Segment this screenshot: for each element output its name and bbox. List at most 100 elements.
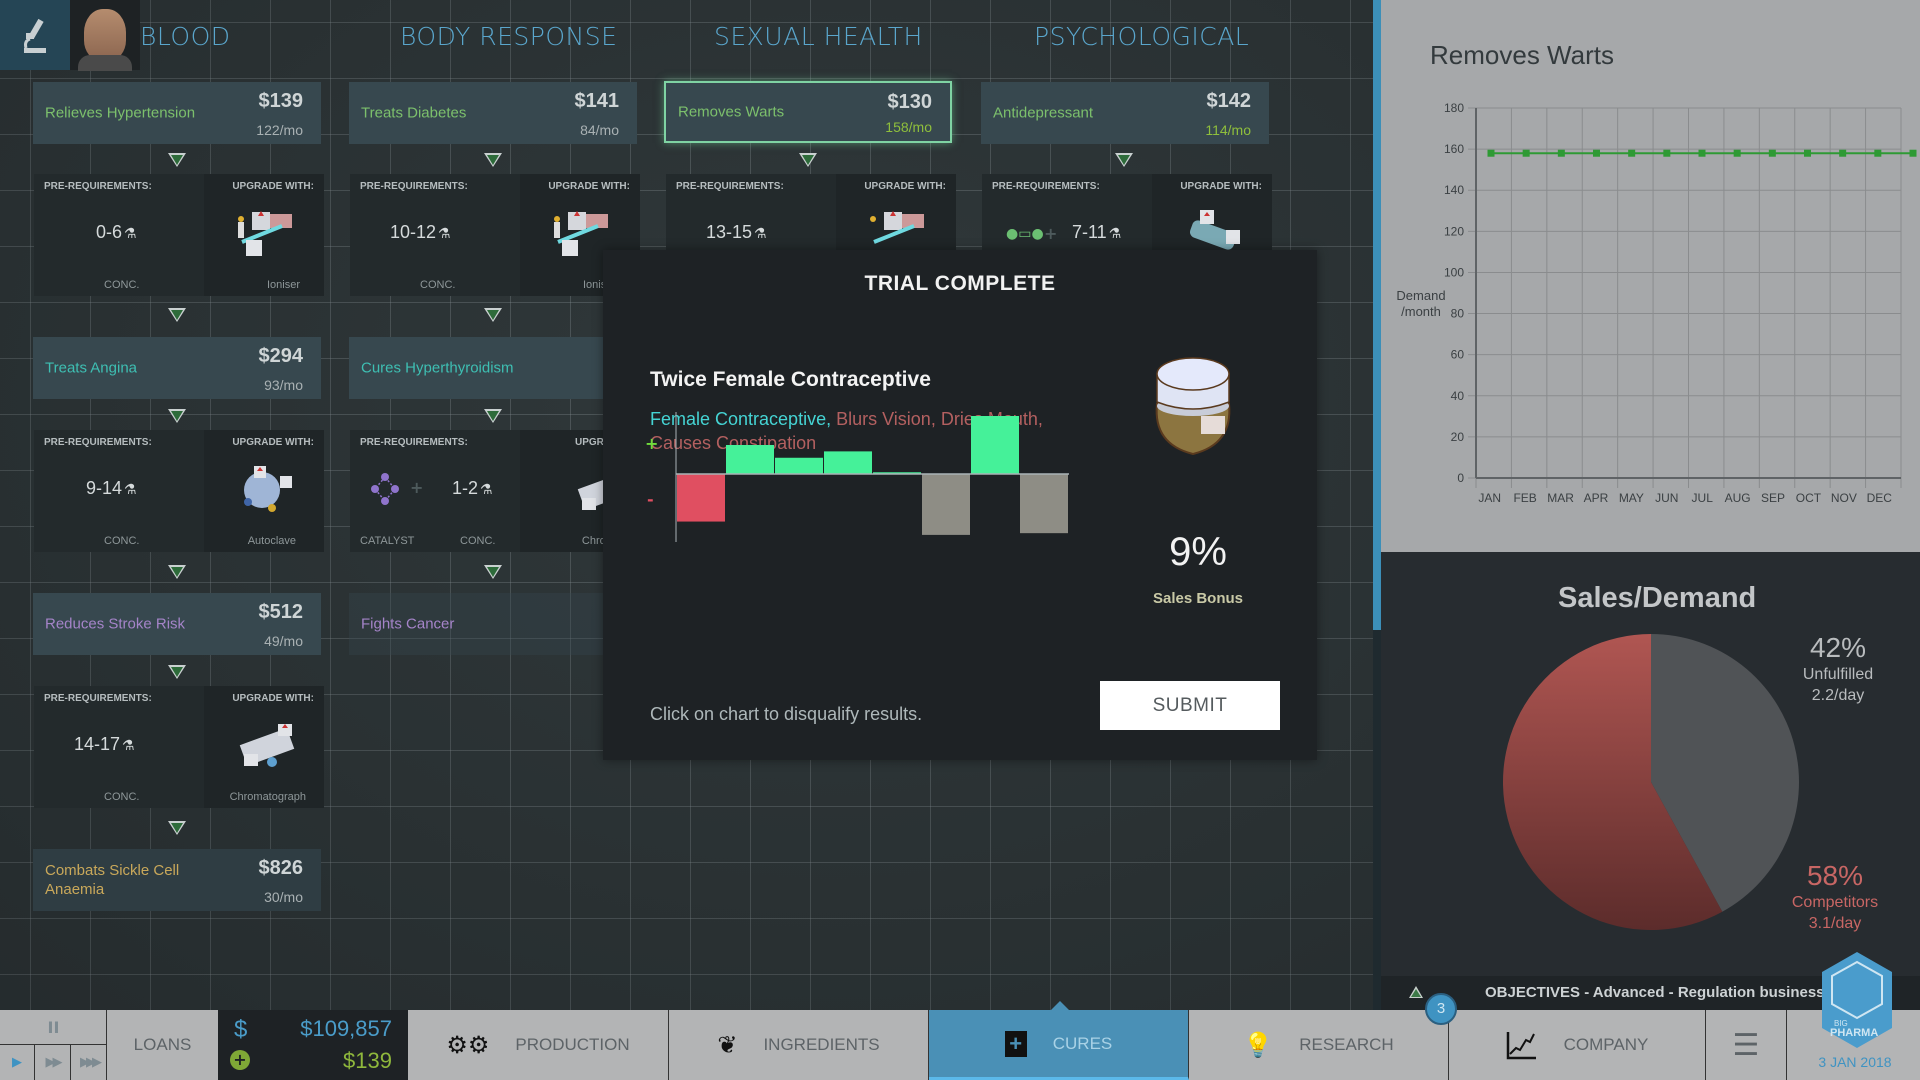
x-tick-label: OCT <box>1796 491 1822 505</box>
submit-button[interactable]: SUBMIT <box>1100 681 1280 730</box>
sales-bonus-value: 9% <box>1169 530 1227 574</box>
tab-production[interactable]: ⚙⚙ PRODUCTION <box>408 1010 669 1080</box>
upgrade-with-label: UPGRADE WITH: <box>548 181 630 192</box>
lightbulb-icon: 💡 <box>1243 1031 1274 1059</box>
y-tick-label: 0 <box>1457 471 1464 485</box>
upgrade-with-label: UPGRADE WITH: <box>232 437 314 448</box>
scientist-avatar[interactable] <box>70 0 140 71</box>
microscope-icon <box>24 18 46 53</box>
fastest-forward-button[interactable]: ▶▶▶ <box>71 1045 107 1080</box>
disqualify-hint: Click on chart to disqualify results. <box>650 704 923 724</box>
cure-card[interactable]: Cures Hyperthyroidism $29 72/m <box>349 337 637 399</box>
upgrade-with-label: UPGRADE WITH: <box>232 181 314 192</box>
cure-name: Relieves Hypertension <box>45 104 196 122</box>
conc-label: CONC. <box>104 279 140 291</box>
fast-forward-button[interactable]: ▶▶ <box>35 1045 71 1080</box>
concentration-range: 14-17 <box>74 734 121 754</box>
x-tick-label: SEP <box>1761 491 1785 505</box>
flask-icon: ⚗ <box>124 225 137 241</box>
competitors-rate: 3.1/day <box>1808 915 1862 932</box>
pie-chart-title: Sales/Demand <box>1558 582 1757 614</box>
demand-line-chart: 0 20 40 60 80 100 120 140 160 180 JAN FEB MAR APR MAY J… <box>1396 101 1917 505</box>
tab-cures[interactable]: + CURES <box>929 1010 1189 1080</box>
trial-result-bar[interactable] <box>824 451 872 474</box>
column-title-sexual-health: SEXUAL HEALTH <box>714 22 923 51</box>
menu-button[interactable]: ☰ <box>1706 1010 1787 1080</box>
cure-card[interactable]: Reduces Stroke Risk $512 49/mo <box>33 593 321 655</box>
x-tick-label: MAR <box>1547 491 1574 505</box>
cure-card[interactable]: Relieves Hypertension $139 122/mo <box>33 82 321 144</box>
machine-name: Ioniser <box>266 279 300 291</box>
drug-name: Twice Female Contraceptive <box>650 368 931 391</box>
trial-result-bar[interactable] <box>775 457 823 474</box>
chromatograph-machine-icon <box>239 724 295 767</box>
trial-result-bar[interactable] <box>1020 474 1068 534</box>
molecule-icon: ●▭● <box>1006 226 1044 242</box>
cure-card-selected[interactable]: Removes Warts $130 158/mo <box>664 81 952 143</box>
cure-price: $141 <box>574 90 620 112</box>
cure-name: Treats Angina <box>45 359 137 377</box>
upgrade-with-label: UPGRADE WITH: <box>1180 181 1262 192</box>
game-screen: BLOOD BODY RESPONSE SEXUAL HEALTH PSYCHO… <box>0 0 1920 1080</box>
conc-label: CONC. <box>420 279 456 291</box>
pause-button[interactable]: II <box>0 1010 107 1045</box>
pre-requirements-label: PRE-REQUIREMENTS: <box>676 181 784 192</box>
expand-triangle-icon[interactable] <box>1409 986 1423 998</box>
trial-result-bar[interactable] <box>971 416 1019 474</box>
trial-result-bar[interactable] <box>726 445 774 474</box>
demand-data-point <box>1628 149 1636 157</box>
connector-arrow-icon <box>168 665 186 679</box>
cure-card-locked[interactable]: Fights Cancer $59 54/m <box>349 593 637 655</box>
x-tick-label: APR <box>1584 491 1609 505</box>
autoclave-machine-icon <box>244 466 292 512</box>
cure-name: Combats Sickle Cell Anaemia <box>45 862 180 898</box>
trial-results-chart[interactable] <box>675 412 1075 552</box>
cure-card[interactable]: Treats Angina $294 93/mo <box>33 337 321 399</box>
connector-arrow-icon <box>168 409 186 423</box>
connector-arrow-icon <box>484 409 502 423</box>
income-value: $139 <box>343 1048 392 1073</box>
cure-name: Treats Diabetes <box>361 104 467 122</box>
cure-price: $294 <box>258 345 304 367</box>
requirement-box[interactable]: PRE-REQUIREMENTS: UPGRADE WITH: 0-6 ⚗ CON… <box>34 174 324 296</box>
tab-company[interactable]: COMPANY <box>1449 1010 1706 1080</box>
ioniser-machine-icon <box>238 211 292 256</box>
tab-research[interactable]: 💡 RESEARCH <box>1189 1010 1449 1080</box>
sales-demand-pie-chart <box>1503 634 1799 930</box>
microscope-button[interactable] <box>0 0 70 70</box>
notification-badge[interactable]: 3 <box>1425 993 1457 1025</box>
y-tick-label: 80 <box>1451 307 1465 321</box>
flask-icon: ⚗ <box>754 225 767 241</box>
requirement-box[interactable]: PRE-REQUIREMENTS: UPGRADE WITH: 9-14 ⚗ CO… <box>34 430 324 552</box>
catalyst-icon <box>371 473 399 505</box>
connector-arrow-icon <box>168 821 186 835</box>
pie-label-competitors: 58% Competitors 3.1/day <box>1785 860 1885 934</box>
requirement-box[interactable]: PRE-REQUIREMENTS: UPGRADE WITH: 10-12 ⚗ C… <box>350 174 640 296</box>
tab-ingredients[interactable]: ❦ INGREDIENTS <box>669 1010 929 1080</box>
y-tick-label: 180 <box>1444 101 1464 115</box>
cure-card[interactable]: Treats Diabetes $141 84/mo <box>349 82 637 144</box>
objectives-text: OBJECTIVES - Advanced - Regulation busin… <box>1485 984 1825 1001</box>
concentration-range: 9-14 <box>86 478 123 498</box>
trial-result-bar[interactable] <box>677 474 725 522</box>
tab-label: INGREDIENTS <box>763 1035 880 1054</box>
demand-data-point <box>1839 149 1847 157</box>
cure-name: Fights Cancer <box>361 615 455 633</box>
cure-card[interactable]: Antidepressant $142 114/mo <box>981 82 1269 144</box>
money-display: $ $109,857 + $139 <box>218 1010 408 1080</box>
connector-arrow-icon <box>168 308 186 322</box>
play-button[interactable]: ▶ <box>0 1045 35 1080</box>
cure-price: $826 <box>258 857 304 879</box>
requirement-box[interactable]: PRE-REQUIREMENTS: UPGRADE WITH: 14-17 ⚗ C… <box>34 686 324 808</box>
cure-card[interactable]: Combats Sickle Cell Anaemia $826 30/mo <box>33 849 321 911</box>
logo-text-pharma: PHARMA <box>1830 1027 1878 1039</box>
trial-result-bar[interactable] <box>922 474 970 535</box>
demand-data-point <box>1698 149 1706 157</box>
demand-data-point <box>1733 149 1741 157</box>
game-date: 3 JAN 2018 <box>1818 1054 1892 1070</box>
loans-button[interactable]: LOANS <box>107 1010 218 1080</box>
pre-requirements-label: PRE-REQUIREMENTS: <box>44 181 152 192</box>
flask-icon: ⚗ <box>124 481 137 497</box>
requirement-box[interactable]: PRE-REQUIREMENTS: UPGRADE WI + 1-2⚗ CATA… <box>350 430 640 552</box>
scrollbar-thumb[interactable] <box>1373 0 1381 630</box>
